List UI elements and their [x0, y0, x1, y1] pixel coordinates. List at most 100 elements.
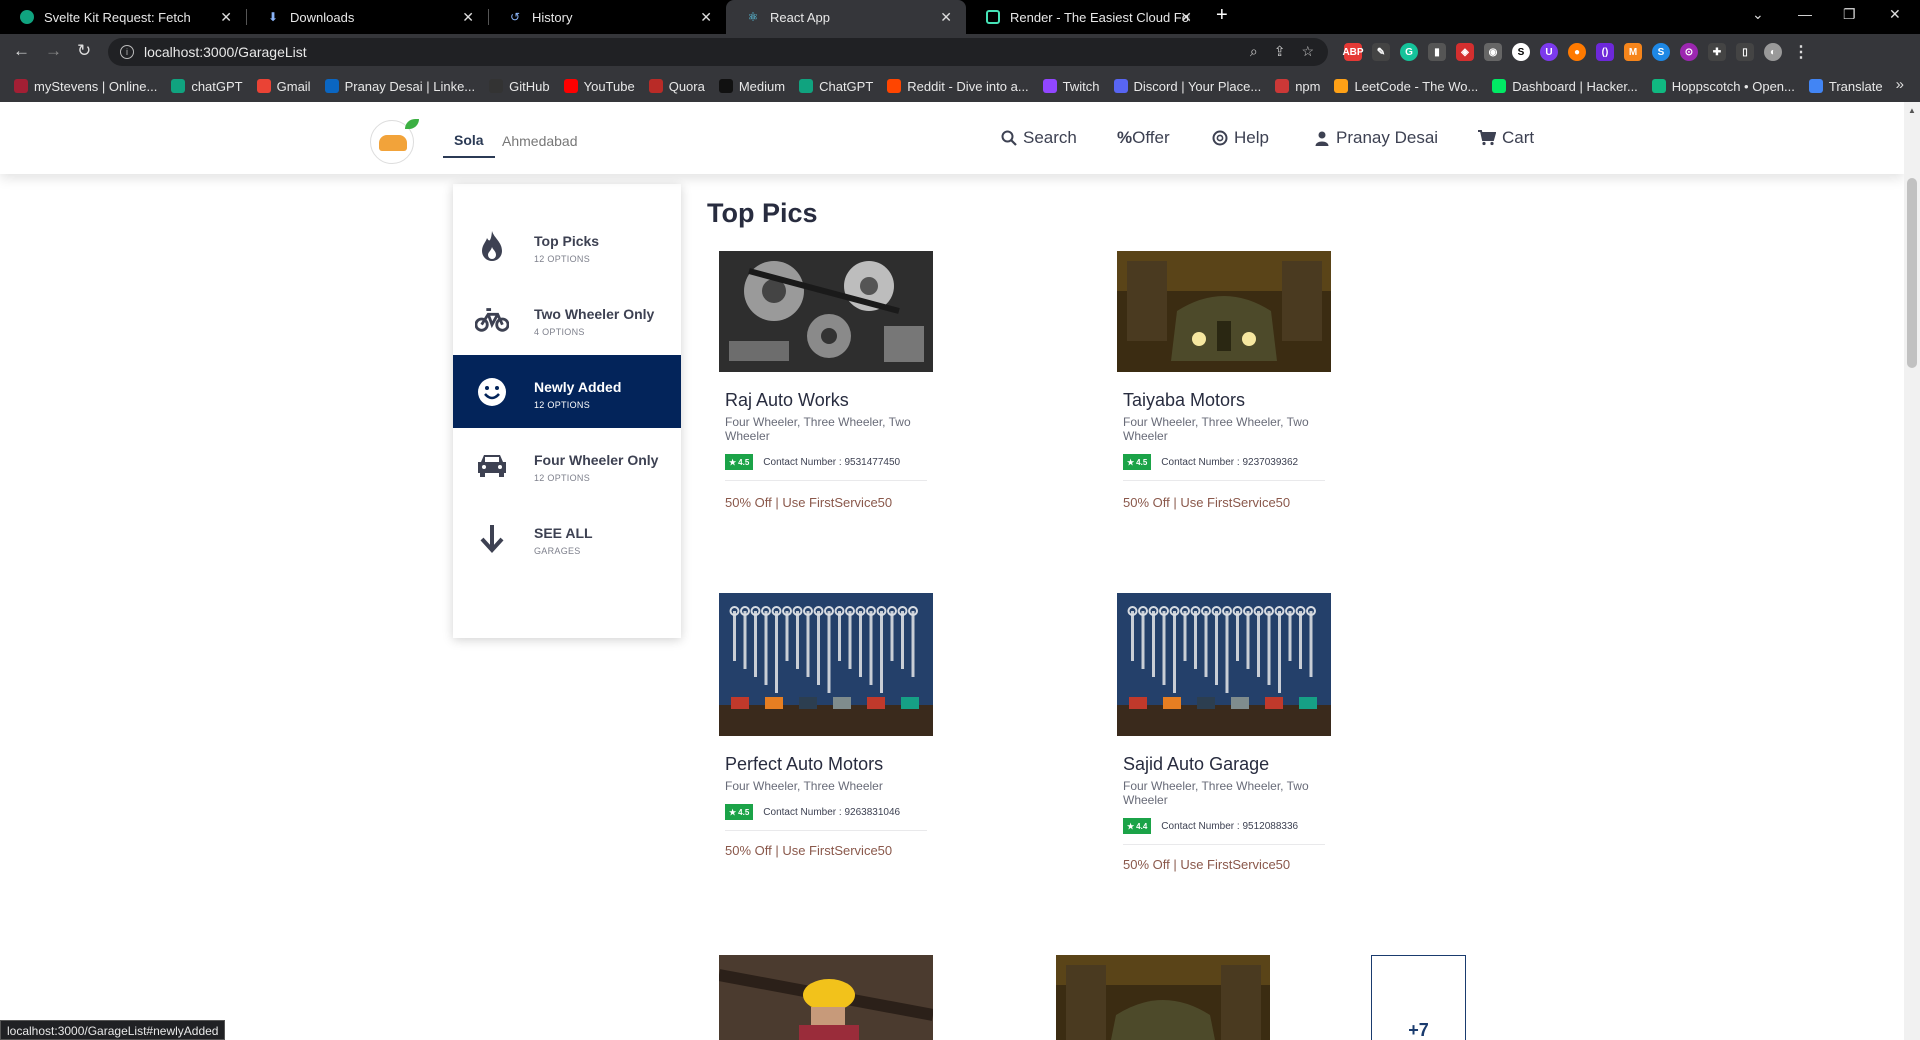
browser-tab-5[interactable]: Render - The Easiest Cloud For Al ✕ — [966, 0, 1206, 34]
bookmark-item[interactable]: Quora — [648, 79, 705, 94]
bookmark-item[interactable]: Pranay Desai | Linke... — [324, 79, 475, 94]
camera-extension-icon[interactable]: ◉ — [1484, 43, 1502, 61]
bookmark-item[interactable]: npm — [1275, 79, 1320, 94]
cart-icon — [1478, 130, 1496, 146]
browser-tab-2[interactable]: ⬇ Downloads ✕ — [246, 0, 488, 34]
scroll-thumb[interactable] — [1907, 178, 1917, 368]
bookmarks-bar: myStevens | Online... chatGPT Gmail Pranay … — [0, 70, 1920, 102]
wrench-wall-photo — [1117, 593, 1331, 736]
page-scrollbar[interactable]: ▲ — [1904, 102, 1920, 1040]
site-header: Sola Ahmedabad Search % Offer Help Prana… — [0, 102, 1904, 174]
scroll-up-icon[interactable]: ▲ — [1908, 106, 1916, 115]
nav-user[interactable]: Pranay Desai — [1314, 128, 1438, 148]
grammarly-icon[interactable]: G — [1400, 43, 1418, 61]
tab-search-icon[interactable]: ⌄ — [1752, 6, 1764, 23]
restore-button[interactable]: ❐ — [1843, 6, 1856, 23]
sidebar-item-four-wheeler[interactable]: Four Wheeler Only 12 OPTIONS — [453, 428, 681, 501]
zoom-icon[interactable]: ⌕ — [1250, 43, 1258, 60]
close-tab-icon[interactable]: ✕ — [220, 9, 232, 26]
render-icon — [986, 10, 1000, 24]
offer-text: 50% Off | Use FirstService50 — [725, 495, 893, 510]
back-icon[interactable]: ← — [13, 41, 30, 61]
extension-icon[interactable]: S — [1652, 43, 1670, 61]
star-icon: ★ — [1127, 821, 1135, 831]
bookmark-item[interactable]: Translate — [1808, 79, 1883, 94]
bookmark-item[interactable]: Reddit - Dive into a... — [887, 79, 1029, 94]
bookmark-item[interactable]: YouTube — [563, 79, 635, 94]
bookmark-favicon-icon — [563, 79, 578, 93]
close-tab-icon[interactable]: ✕ — [1180, 9, 1192, 26]
bookmark-item[interactable]: LeetCode - The Wo... — [1334, 79, 1478, 94]
download-icon: ⬇ — [267, 10, 279, 24]
side-panel-icon[interactable]: ▯ — [1736, 43, 1754, 61]
address-bar[interactable]: i localhost:3000/GarageList ⌕ ⇪ ☆ — [108, 38, 1328, 66]
sidebar-item-see-all[interactable]: SEE ALL GARAGES — [453, 501, 681, 574]
bookmark-item[interactable]: Gmail — [256, 79, 311, 94]
close-window-button[interactable]: ✕ — [1889, 6, 1901, 23]
close-tab-icon[interactable]: ✕ — [462, 9, 474, 26]
car-icon — [475, 448, 509, 482]
rating-badge: ★ 4.5 — [725, 454, 754, 470]
offer-text: 50% Off | Use FirstService50 — [1123, 857, 1291, 872]
nav-search[interactable]: Search — [1001, 128, 1077, 148]
bookmark-favicon-icon — [648, 79, 663, 93]
bookmark-item[interactable]: ChatGPT — [799, 79, 873, 94]
engine-photo — [719, 251, 933, 372]
site-info-icon[interactable]: i — [120, 45, 134, 59]
bookmark-item[interactable]: Hoppscotch • Open... — [1651, 79, 1795, 94]
sidebar-item-newly-added[interactable]: Newly Added 12 OPTIONS — [453, 355, 681, 428]
help-lifebuoy-icon — [1212, 130, 1228, 146]
forward-icon[interactable]: → — [45, 41, 62, 61]
bookmark-item[interactable]: myStevens | Online... — [14, 79, 157, 94]
star-icon: ★ — [729, 457, 737, 467]
contact-number: Contact Number : 9531477450 — [763, 456, 901, 468]
profile-avatar[interactable]: ◐ — [1764, 43, 1782, 61]
smiley-icon — [475, 375, 509, 409]
location-city[interactable]: Ahmedabad — [502, 133, 578, 149]
nav-offer[interactable]: % Offer — [1117, 128, 1170, 148]
extension-icon[interactable]: ◈ — [1456, 43, 1474, 61]
bookmarks-overflow-icon[interactable]: » — [1896, 76, 1904, 93]
bookmark-item[interactable]: Medium — [718, 79, 785, 94]
bookmark-item[interactable]: GitHub — [489, 79, 550, 94]
extension-icon[interactable]: () — [1596, 43, 1614, 61]
mechanic-photo — [719, 955, 933, 1040]
bookmark-item[interactable]: Twitch — [1042, 79, 1100, 94]
nav-help[interactable]: Help — [1212, 128, 1269, 148]
menu-kebab-icon[interactable]: ⋮ — [1792, 43, 1810, 61]
contact-number: Contact Number : 9263831046 — [763, 806, 901, 818]
bookmark-star-icon[interactable]: ☆ — [1301, 43, 1314, 60]
close-tab-icon[interactable]: ✕ — [940, 9, 952, 26]
extension-icon[interactable]: U — [1540, 43, 1558, 61]
metamask-icon[interactable]: M — [1624, 43, 1642, 61]
pen-extension-icon[interactable]: ✎ — [1372, 43, 1390, 61]
adblock-icon[interactable]: ABP — [1342, 43, 1364, 61]
location-area[interactable]: Sola — [443, 132, 495, 158]
contact-number: Contact Number : 9237039362 — [1161, 456, 1299, 468]
sidebar-item-top-picks[interactable]: Top Picks 12 OPTIONS — [453, 209, 681, 282]
extensions-puzzle-icon[interactable]: ✚ — [1708, 43, 1726, 61]
bookmark-item[interactable]: Discord | Your Place... — [1113, 79, 1261, 94]
bookmark-favicon-icon — [799, 79, 814, 93]
extensions-bar: ABP ✎ G ▮ ◈ ◉ S U ● () M S ⊙ ✚ ▯ ◐ ⋮ — [1342, 43, 1810, 61]
sidebar-item-two-wheeler[interactable]: Two Wheeler Only 4 OPTIONS — [453, 282, 681, 355]
browser-tab-1[interactable]: Svelte Kit Request: Fetch ✕ — [0, 0, 246, 34]
minimize-button[interactable]: — — [1798, 6, 1812, 22]
share-icon[interactable]: ⇪ — [1274, 43, 1286, 60]
reload-icon[interactable]: ↻ — [77, 41, 91, 61]
browser-tab-4[interactable]: ⚛ React App ✕ — [726, 0, 966, 34]
browser-tab-3[interactable]: ↺ History ✕ — [488, 0, 726, 34]
close-tab-icon[interactable]: ✕ — [700, 9, 712, 26]
site-logo[interactable] — [370, 119, 419, 164]
nav-cart[interactable]: Cart — [1478, 128, 1534, 148]
bookmark-item[interactable]: Dashboard | Hacker... — [1492, 79, 1638, 94]
extension-icon[interactable]: ▮ — [1428, 43, 1446, 61]
extension-icon[interactable]: ● — [1568, 43, 1586, 61]
see-more-box[interactable]: +7 — [1371, 955, 1466, 1040]
bookmark-item[interactable]: chatGPT — [171, 79, 243, 94]
bookmark-favicon-icon — [887, 79, 902, 93]
extension-icon[interactable]: S — [1512, 43, 1530, 61]
extension-icon[interactable]: ⊙ — [1680, 43, 1698, 61]
new-tab-button[interactable]: + — [1216, 4, 1228, 27]
bookmark-favicon-icon — [324, 79, 339, 93]
